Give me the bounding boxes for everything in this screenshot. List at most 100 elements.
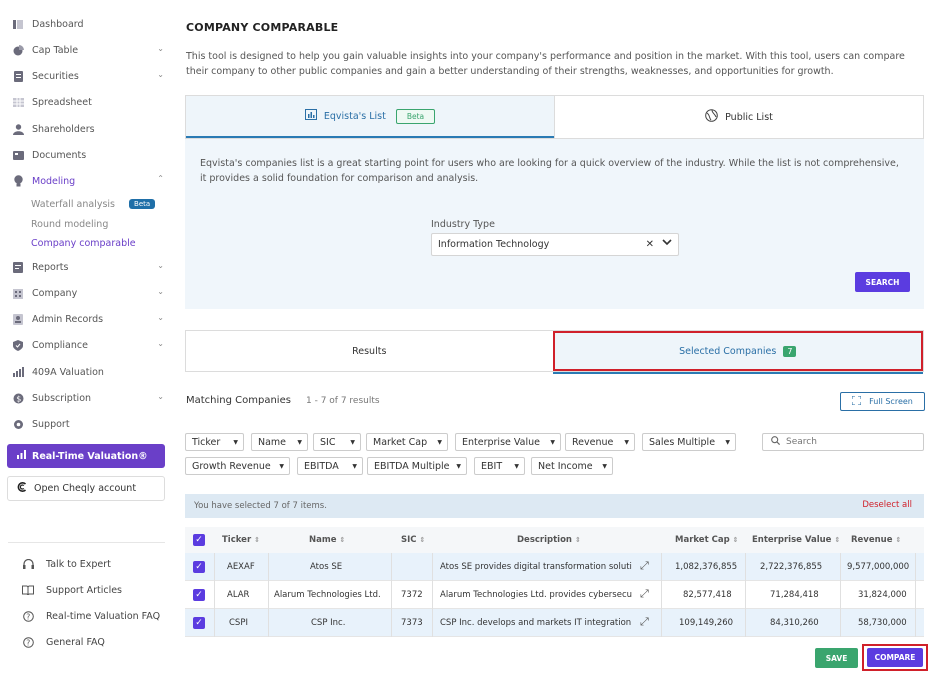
question-icon: ?	[22, 610, 34, 622]
report-icon	[12, 261, 24, 273]
cell-sic: 7372	[401, 590, 423, 600]
chevron-down-icon[interactable]	[662, 238, 672, 249]
column-enterprise-value[interactable]: Enterprise Value ⇕	[752, 535, 840, 545]
column-revenue[interactable]: Revenue ⇕	[851, 535, 901, 545]
sidebar-item-compliance[interactable]: Compliance ⌄	[0, 335, 172, 355]
help-item-support-articles[interactable]: Support Articles	[22, 581, 122, 599]
sidebar-subitem-round-modeling[interactable]: Round modeling	[31, 216, 108, 232]
sidebar-divider	[8, 542, 165, 543]
sidebar-item-documents[interactable]: Documents	[0, 145, 172, 165]
bulb-icon	[12, 175, 24, 187]
tab-eqvista-list[interactable]: Eqvista's List Beta	[186, 96, 554, 138]
caret-down-icon: ▼	[550, 439, 555, 446]
expand-icon[interactable]: ⤢	[640, 559, 649, 573]
filter-market-cap[interactable]: Market Cap ▼	[366, 433, 448, 451]
sidebar-item-cap-table[interactable]: Cap Table ⌄	[0, 40, 172, 60]
filter-name[interactable]: Name ▼	[251, 433, 308, 451]
filter-ebitda-multiple[interactable]: EBITDA Multiple ▼	[367, 457, 467, 475]
results-tabs: Results Selected Companies 7	[185, 330, 924, 374]
gear-icon	[12, 418, 24, 430]
filter-ebit[interactable]: EBIT ▼	[474, 457, 525, 475]
column-name[interactable]: Name ⇕	[309, 535, 345, 545]
sidebar-item-securities[interactable]: Securities ⌄	[0, 66, 172, 86]
real-time-valuation-button[interactable]: Real-Time Valuation®	[7, 444, 165, 468]
industry-type-label: Industry Type	[431, 219, 495, 230]
shield-icon	[12, 339, 24, 351]
sidebar-subitem-company-comparable[interactable]: Company comparable	[31, 235, 136, 251]
cell-enterprise-value: 71,284,418	[770, 590, 819, 600]
save-button[interactable]: SAVE	[815, 648, 858, 668]
cell-revenue: 31,824,000	[858, 590, 907, 600]
table-row[interactable]: ✓ ALAR Alarum Technologies Ltd. 7372 Ala…	[185, 581, 924, 609]
compare-highlight: COMPARE	[862, 644, 928, 671]
filter-net-income[interactable]: Net Income ▼	[531, 457, 613, 475]
sidebar-item-spreadsheet[interactable]: Spreadsheet	[0, 92, 172, 112]
selected-count-badge: 7	[783, 345, 797, 357]
chevron-up-icon: ⌃	[157, 174, 164, 183]
filter-ebitda[interactable]: EBITDA ▼	[297, 457, 363, 475]
row-checkbox[interactable]: ✓	[193, 561, 205, 573]
sidebar-item-label: Reports	[32, 261, 69, 273]
filter-growth-revenue[interactable]: Growth Revenue ▼	[185, 457, 290, 475]
search-button[interactable]: SEARCH	[855, 272, 910, 292]
tab-public-list[interactable]: Public List	[554, 96, 923, 138]
open-cheqly-button[interactable]: Open Cheqly account	[7, 476, 165, 501]
chevron-down-icon: ⌄	[157, 44, 164, 53]
book-icon	[22, 585, 34, 595]
svg-text:?: ?	[26, 638, 30, 647]
tab-selected-companies[interactable]: Selected Companies 7	[552, 331, 923, 374]
page-title: COMPANY COMPARABLE	[186, 21, 339, 34]
subscription-icon: $	[12, 392, 24, 404]
sidebar-item-label: Spreadsheet	[32, 96, 92, 108]
select-all-checkbox[interactable]: ✓	[193, 534, 205, 546]
row-checkbox[interactable]: ✓	[193, 589, 205, 601]
full-screen-button[interactable]: Full Screen	[840, 392, 925, 411]
column-market-cap[interactable]: Market Cap ⇕	[675, 535, 739, 545]
help-item-talk-to-expert[interactable]: Talk to Expert	[22, 555, 111, 573]
industry-type-select[interactable]: Information Technology ✕	[431, 233, 679, 256]
table-row[interactable]: ✓ AEXAF Atos SE Atos SE provides digital…	[185, 553, 924, 581]
table-search[interactable]	[762, 433, 924, 451]
caret-down-icon: ▼	[456, 463, 461, 470]
filter-sic[interactable]: SIC ▼	[313, 433, 361, 451]
column-ticker[interactable]: Ticker ⇕	[222, 535, 260, 545]
sidebar-item-409a[interactable]: 409A Valuation	[0, 362, 172, 382]
search-input[interactable]	[786, 437, 916, 447]
sort-icon: ⇕	[732, 536, 739, 544]
filter-revenue[interactable]: Revenue ▼	[565, 433, 635, 451]
sidebar-item-dashboard[interactable]: Dashboard	[0, 14, 172, 34]
caret-down-icon: ▼	[624, 439, 629, 446]
help-item-realtime-faq[interactable]: ? Real-time Valuation FAQ	[22, 607, 160, 625]
help-item-general-faq[interactable]: ? General FAQ	[22, 633, 105, 651]
sidebar-item-shareholders[interactable]: Shareholders	[0, 119, 172, 139]
sidebar-item-reports[interactable]: Reports ⌄	[0, 257, 172, 277]
admin-icon	[12, 313, 24, 325]
tab-results[interactable]: Results	[186, 331, 553, 371]
table-row[interactable]: ✓ CSPI CSP Inc. 7373 CSP Inc. develops a…	[185, 609, 924, 637]
sidebar-item-company[interactable]: Company ⌄	[0, 283, 172, 303]
chevron-down-icon: ⌄	[157, 70, 164, 79]
column-description[interactable]: Description ⇕	[517, 535, 581, 545]
sidebar-subitem-waterfall[interactable]: Waterfall analysis Beta	[31, 196, 156, 212]
sidebar-item-support[interactable]: Support	[0, 414, 172, 434]
column-sic[interactable]: SIC ⇕	[401, 535, 425, 545]
sidebar-item-subscription[interactable]: $ Subscription ⌄	[0, 388, 172, 408]
cell-ticker: CSPI	[229, 618, 248, 628]
selection-text: You have selected 7 of 7 items.	[194, 501, 327, 511]
sort-icon: ⇕	[574, 536, 581, 544]
filter-enterprise-value[interactable]: Enterprise Value ▼	[455, 433, 561, 451]
expand-icon[interactable]: ⤢	[640, 615, 649, 629]
row-checkbox[interactable]: ✓	[193, 617, 205, 629]
filter-ticker[interactable]: Ticker ▼	[185, 433, 244, 451]
sidebar-item-label: Cap Table	[32, 44, 79, 56]
filter-sales-multiple[interactable]: Sales Multiple ▼	[642, 433, 736, 451]
dashboard-icon	[12, 18, 24, 30]
expand-icon[interactable]: ⤢	[640, 587, 649, 601]
deselect-all-link[interactable]: Deselect all	[862, 500, 912, 510]
clear-icon[interactable]: ✕	[646, 239, 654, 250]
compare-button[interactable]: COMPARE	[867, 648, 923, 667]
sidebar-item-admin-records[interactable]: Admin Records ⌄	[0, 309, 172, 329]
sidebar-item-modeling[interactable]: Modeling ⌃	[0, 171, 172, 191]
selection-bar: You have selected 7 of 7 items. Deselect…	[185, 494, 924, 518]
chevron-down-icon: ⌄	[157, 287, 164, 296]
